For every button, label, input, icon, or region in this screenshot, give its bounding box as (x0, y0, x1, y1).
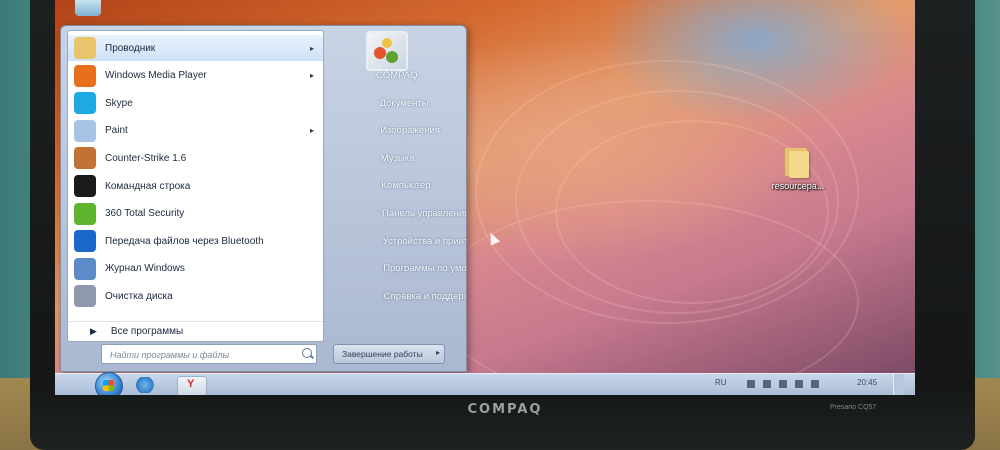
start-menu-item[interactable]: Проводник ▸ (68, 35, 323, 61)
taskbar-clock[interactable]: 20:45 (857, 378, 877, 387)
language-indicator[interactable]: RU (715, 378, 727, 387)
start-menu-place-link[interactable]: Компьютер (381, 175, 466, 197)
start-menu-item[interactable]: Передача файлов через Bluetooth (68, 228, 323, 254)
start-menu-item[interactable]: 360 Total Security (68, 201, 323, 227)
windows-logo-icon (103, 380, 114, 391)
shutdown-button[interactable]: Завершение работы ▸ (333, 344, 445, 364)
start-search-input[interactable] (108, 347, 292, 363)
start-menu-place-link[interactable]: Панель управления (382, 203, 466, 225)
start-menu-place-link[interactable]: Устройства и принтеры (383, 231, 466, 253)
start-menu-place-link[interactable]: Справка и поддержка (384, 286, 466, 308)
folder-icon (785, 148, 811, 178)
internet-explorer-icon[interactable] (135, 377, 157, 393)
command-prompt-icon (74, 175, 96, 197)
start-menu-item-label: Windows Media Player (105, 70, 207, 82)
screen: resourcepa... Проводник ▸ Windows Media Pl… (55, 0, 915, 395)
paint-icon (74, 119, 96, 142)
start-menu-item-label: Передача файлов через Bluetooth (105, 235, 264, 247)
tray-app-icon[interactable] (811, 380, 819, 388)
taskbar-yandex-browser[interactable]: Y (177, 376, 207, 395)
desktop-icon-label: resourcepa... (771, 181, 825, 191)
start-menu-item[interactable]: Windows Media Player ▸ (68, 63, 323, 89)
start-menu-item-label: Очистка диска (105, 290, 173, 302)
show-desktop-button[interactable] (893, 374, 904, 395)
submenu-arrow-icon[interactable]: ▸ (310, 126, 314, 135)
system-tray: RU 20:45 (705, 374, 905, 395)
skype-icon (74, 92, 96, 115)
volume-icon[interactable] (795, 380, 803, 388)
start-menu-place-link[interactable]: Изображения (380, 120, 466, 142)
media-player-icon (74, 64, 96, 87)
start-menu: Проводник ▸ Windows Media Player ▸ Skype Pain… (60, 25, 467, 372)
start-menu-item[interactable]: Командная строка (68, 173, 323, 199)
counter-strike-icon (74, 147, 96, 170)
start-menu-item[interactable]: Counter-Strike 1.6 (68, 145, 323, 171)
start-menu-item[interactable]: Paint ▸ (68, 118, 323, 144)
all-programs-button[interactable]: ▶ Все программы (68, 321, 323, 340)
search-icon[interactable] (302, 348, 312, 358)
start-menu-item-label: 360 Total Security (105, 208, 185, 220)
yandex-browser-icon: Y (187, 378, 195, 390)
total-security-icon (74, 202, 96, 225)
start-menu-item[interactable]: Журнал Windows (68, 256, 323, 282)
start-menu-item-label: Paint (105, 125, 128, 137)
windows-journal-icon (74, 257, 96, 280)
bluetooth-icon (74, 230, 96, 253)
desktop-folder-shortcut[interactable]: resourcepa... (767, 148, 829, 191)
taskbar: Y RU 20:45 (55, 372, 915, 395)
laptop-brand-logo: COMPAQ (467, 402, 543, 417)
chevron-right-icon[interactable]: ▸ (436, 348, 440, 357)
start-button[interactable] (95, 372, 123, 395)
start-menu-item-label: Журнал Windows (105, 263, 185, 275)
network-icon[interactable] (763, 380, 771, 388)
start-menu-item-label: Counter-Strike 1.6 (105, 152, 187, 164)
start-menu-item-label: Командная строка (105, 180, 191, 192)
start-menu-item[interactable]: Skype (68, 90, 323, 116)
start-menu-programs-pane: Проводник ▸ Windows Media Player ▸ Skype Pain… (67, 30, 324, 342)
explorer-folder-icon (74, 37, 96, 59)
start-menu-place-link[interactable]: Музыка (381, 148, 466, 170)
recycle-bin-icon[interactable] (75, 0, 101, 16)
triangle-right-icon: ▶ (90, 325, 97, 336)
shutdown-label: Завершение работы (342, 349, 423, 359)
submenu-arrow-icon[interactable]: ▸ (310, 44, 314, 53)
action-center-flag-icon[interactable] (747, 380, 755, 388)
start-menu-item-label: Skype (105, 97, 133, 109)
start-menu-item[interactable]: Очистка диска (68, 283, 323, 309)
disk-cleanup-icon (74, 285, 96, 308)
all-programs-label: Все программы (110, 325, 184, 337)
start-search-box[interactable] (101, 344, 317, 364)
start-menu-places-pane: COMPAQ Документы Изображения Музыка Компьюте… (321, 26, 466, 371)
submenu-arrow-icon[interactable]: ▸ (310, 71, 314, 80)
start-menu-place-link[interactable]: Программы по умолчанию (383, 258, 466, 280)
start-menu-place-link[interactable]: Документы (380, 93, 466, 115)
laptop-model-label: Presario CQ57 (830, 404, 877, 411)
battery-icon[interactable] (779, 380, 787, 388)
start-menu-item-label: Проводник (105, 42, 156, 54)
user-account-picture[interactable] (366, 31, 408, 71)
